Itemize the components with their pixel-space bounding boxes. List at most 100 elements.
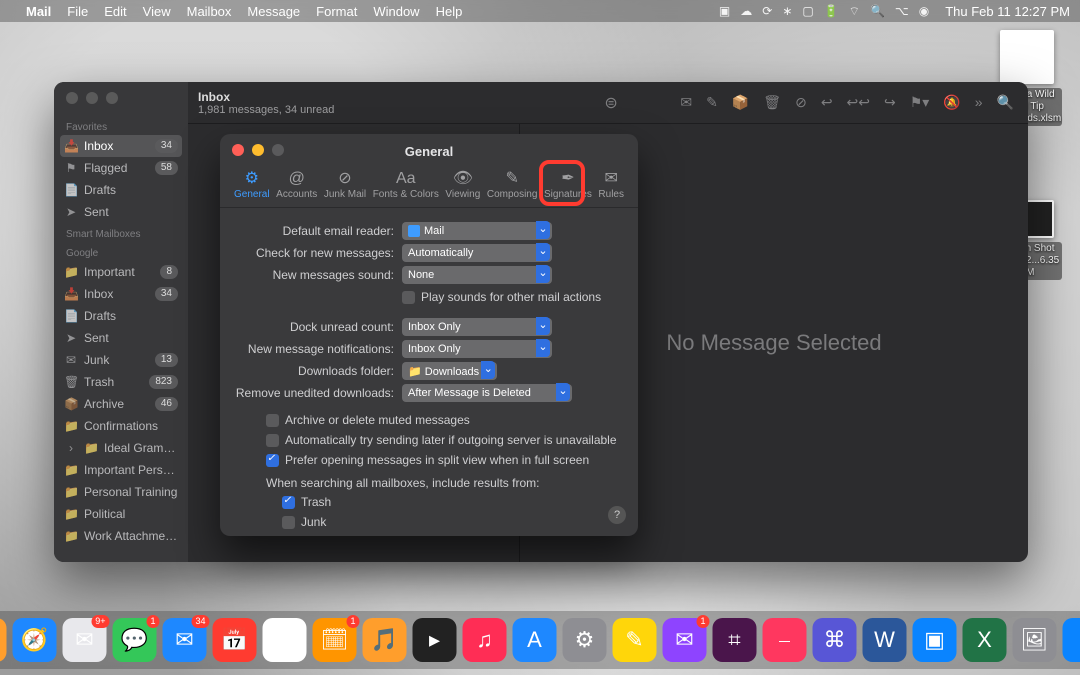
prefs-tab-accounts[interactable]: @Accounts [274, 164, 319, 207]
airplay-icon[interactable]: ▢ [802, 4, 813, 18]
menu-format[interactable]: Format [316, 4, 357, 19]
prefs-tab-viewing[interactable]: 👁Viewing [443, 164, 482, 207]
dock-app[interactable]: ⌘ [813, 618, 857, 662]
reply-all-icon[interactable]: ↩↩ [847, 94, 870, 111]
search-icon[interactable]: 🔍 [997, 94, 1014, 111]
menu-clock[interactable]: Thu Feb 11 12:27 PM [945, 4, 1070, 19]
count-badge: 8 [160, 265, 178, 279]
dropdown-dock-unread-count-[interactable]: Inbox Only [402, 318, 552, 336]
sidebar-item-important[interactable]: 📁Important8 [54, 261, 188, 283]
menu-edit[interactable]: Edit [104, 4, 126, 19]
checkbox-prefer-opening-messages-in-split-view-when-in-full-screen[interactable]: Prefer opening messages in split view wh… [266, 450, 624, 470]
dock-app[interactable]: ↓ [1063, 618, 1080, 662]
prefs-tab-composing[interactable]: ✎Composing [485, 164, 540, 207]
checkbox-archive-or-delete-muted-messages[interactable]: Archive or delete muted messages [266, 410, 624, 430]
dock-app[interactable]: ♫ [463, 618, 507, 662]
sidebar-item-important-personal[interactable]: 📁Important Personal [54, 459, 188, 481]
menu-message[interactable]: Message [247, 4, 300, 19]
battery-icon[interactable]: 🔋 [824, 4, 839, 18]
filter-icon[interactable]: ⊜ [604, 93, 617, 113]
help-button[interactable]: ? [608, 506, 626, 524]
dock-app[interactable]: ✎ [613, 618, 657, 662]
dock-app[interactable]: ✉1 [663, 618, 707, 662]
zoom-icon[interactable]: ▣ [719, 4, 730, 18]
checkbox-search-junk[interactable]: Junk [282, 512, 624, 532]
checkbox-search-trash[interactable]: Trash [282, 492, 624, 512]
sidebar-item-inbox[interactable]: 📥Inbox34 [60, 135, 182, 157]
prefs-tab-junk-mail[interactable]: ⊘Junk Mail [322, 164, 368, 207]
dock-app[interactable]: 🗓1 [313, 618, 357, 662]
sidebar-item-archive[interactable]: 📦Archive46 [54, 393, 188, 415]
checkbox-search-encrypted-messages[interactable]: Encrypted Messages [282, 532, 624, 536]
checkbox-play-sounds-for-other-mail-actions[interactable]: Play sounds for other mail actions [402, 287, 601, 307]
dock-app[interactable]: 🖼 [1013, 618, 1057, 662]
sidebar-item-trash[interactable]: 🗑Trash823 [54, 371, 188, 393]
archive-icon[interactable]: 📦 [732, 94, 749, 111]
dock-app[interactable]: W [863, 618, 907, 662]
menu-file[interactable]: File [67, 4, 88, 19]
dropdown-remove-unedited-downloads-[interactable]: After Message is Deleted [402, 384, 572, 402]
dock-app[interactable]: ⎯ [763, 618, 807, 662]
sidebar-item-personal-training[interactable]: 📁Personal Training [54, 481, 188, 503]
search-icon[interactable]: 🔍 [870, 4, 885, 18]
menu-mailbox[interactable]: Mailbox [187, 4, 232, 19]
sidebar-item-confirmations[interactable]: 📁Confirmations [54, 415, 188, 437]
compose-icon[interactable]: ✎ [706, 94, 718, 111]
prefs-tab-rules[interactable]: ✉Rules [596, 164, 626, 207]
sidebar-item-work-attachments[interactable]: 📁Work Attachments [54, 525, 188, 547]
app-menu[interactable]: Mail [26, 4, 51, 19]
menu-window[interactable]: Window [373, 4, 419, 19]
dock-app[interactable]: 📅 [213, 618, 257, 662]
dock-app[interactable]: ⚙ [563, 618, 607, 662]
sidebar-item-political[interactable]: 📁Political [54, 503, 188, 525]
sidebar-item-sent[interactable]: ➤Sent [54, 327, 188, 349]
dock-app[interactable]: ✉9+ [63, 618, 107, 662]
siri-icon[interactable]: ◉ [919, 4, 929, 18]
sidebar-item-flagged[interactable]: ⚑Flagged58 [54, 157, 188, 179]
inbox-icon[interactable]: ✉ [680, 94, 692, 111]
count-badge: 46 [155, 397, 178, 411]
flag-icon[interactable]: ⚑▾ [910, 94, 930, 111]
window-controls[interactable] [66, 92, 118, 104]
dock-app[interactable]: 🎵 [363, 618, 407, 662]
dock-app[interactable]: ⌗ [713, 618, 757, 662]
control-center-icon[interactable]: ⌥ [895, 4, 909, 18]
dropdown-new-messages-sound-[interactable]: None [402, 266, 552, 284]
sidebar-item-ideal-grammar[interactable]: ›📁Ideal Grammar [54, 437, 188, 459]
dock-app[interactable]: ▦ [0, 618, 7, 662]
menu-view[interactable]: View [143, 4, 171, 19]
prefs-tab-signatures[interactable]: ✒Signatures [542, 164, 594, 207]
dropdown-downloads-folder-[interactable]: 📁 Downloads [402, 362, 497, 380]
bluetooth-icon[interactable]: ∗ [782, 4, 792, 18]
dock-app[interactable]: 11 [263, 618, 307, 662]
menu-help[interactable]: Help [436, 4, 463, 19]
checkbox-automatically-try-sending-later-if-outgoing-server-is-unavailable[interactable]: Automatically try sending later if outgo… [266, 430, 624, 450]
sidebar-item-drafts[interactable]: 📄Drafts [54, 179, 188, 201]
more-icon[interactable]: » [975, 94, 983, 111]
inbox-title: Inbox [198, 90, 334, 104]
wifi-icon[interactable]: ⌔ [849, 4, 860, 19]
dock-app[interactable]: 💬1 [113, 618, 157, 662]
sync-icon[interactable]: ⟳ [762, 4, 772, 18]
sidebar-item-inbox[interactable]: 📥Inbox34 [54, 283, 188, 305]
sidebar-item-sent[interactable]: ➤Sent [54, 201, 188, 223]
reply-icon[interactable]: ↩ [821, 94, 833, 111]
dock-app[interactable]: ✉34 [163, 618, 207, 662]
dock-app[interactable]: 🧭 [13, 618, 57, 662]
trash-icon[interactable]: 🗑 [763, 94, 781, 111]
cloud-icon[interactable]: ☁ [740, 4, 752, 18]
prefs-tab-fonts-colors[interactable]: AaFonts & Colors [371, 164, 441, 207]
sidebar-item-drafts[interactable]: 📄Drafts [54, 305, 188, 327]
dock-app[interactable]: A [513, 618, 557, 662]
dropdown-new-message-notifications-[interactable]: Inbox Only [402, 340, 552, 358]
dropdown-default-email-reader-[interactable]: Mail [402, 222, 552, 240]
dropdown-check-for-new-messages-[interactable]: Automatically [402, 244, 552, 262]
dock-app[interactable]: ▣ [913, 618, 957, 662]
junk-icon[interactable]: ⊘ [795, 94, 807, 111]
dock-app[interactable]: X [963, 618, 1007, 662]
forward-icon[interactable]: ↪ [884, 94, 896, 111]
mute-icon[interactable]: 🔕 [943, 94, 960, 111]
prefs-tab-general[interactable]: ⚙General [232, 164, 272, 207]
dock-app[interactable]: ▸ [413, 618, 457, 662]
sidebar-item-junk[interactable]: ✉Junk13 [54, 349, 188, 371]
